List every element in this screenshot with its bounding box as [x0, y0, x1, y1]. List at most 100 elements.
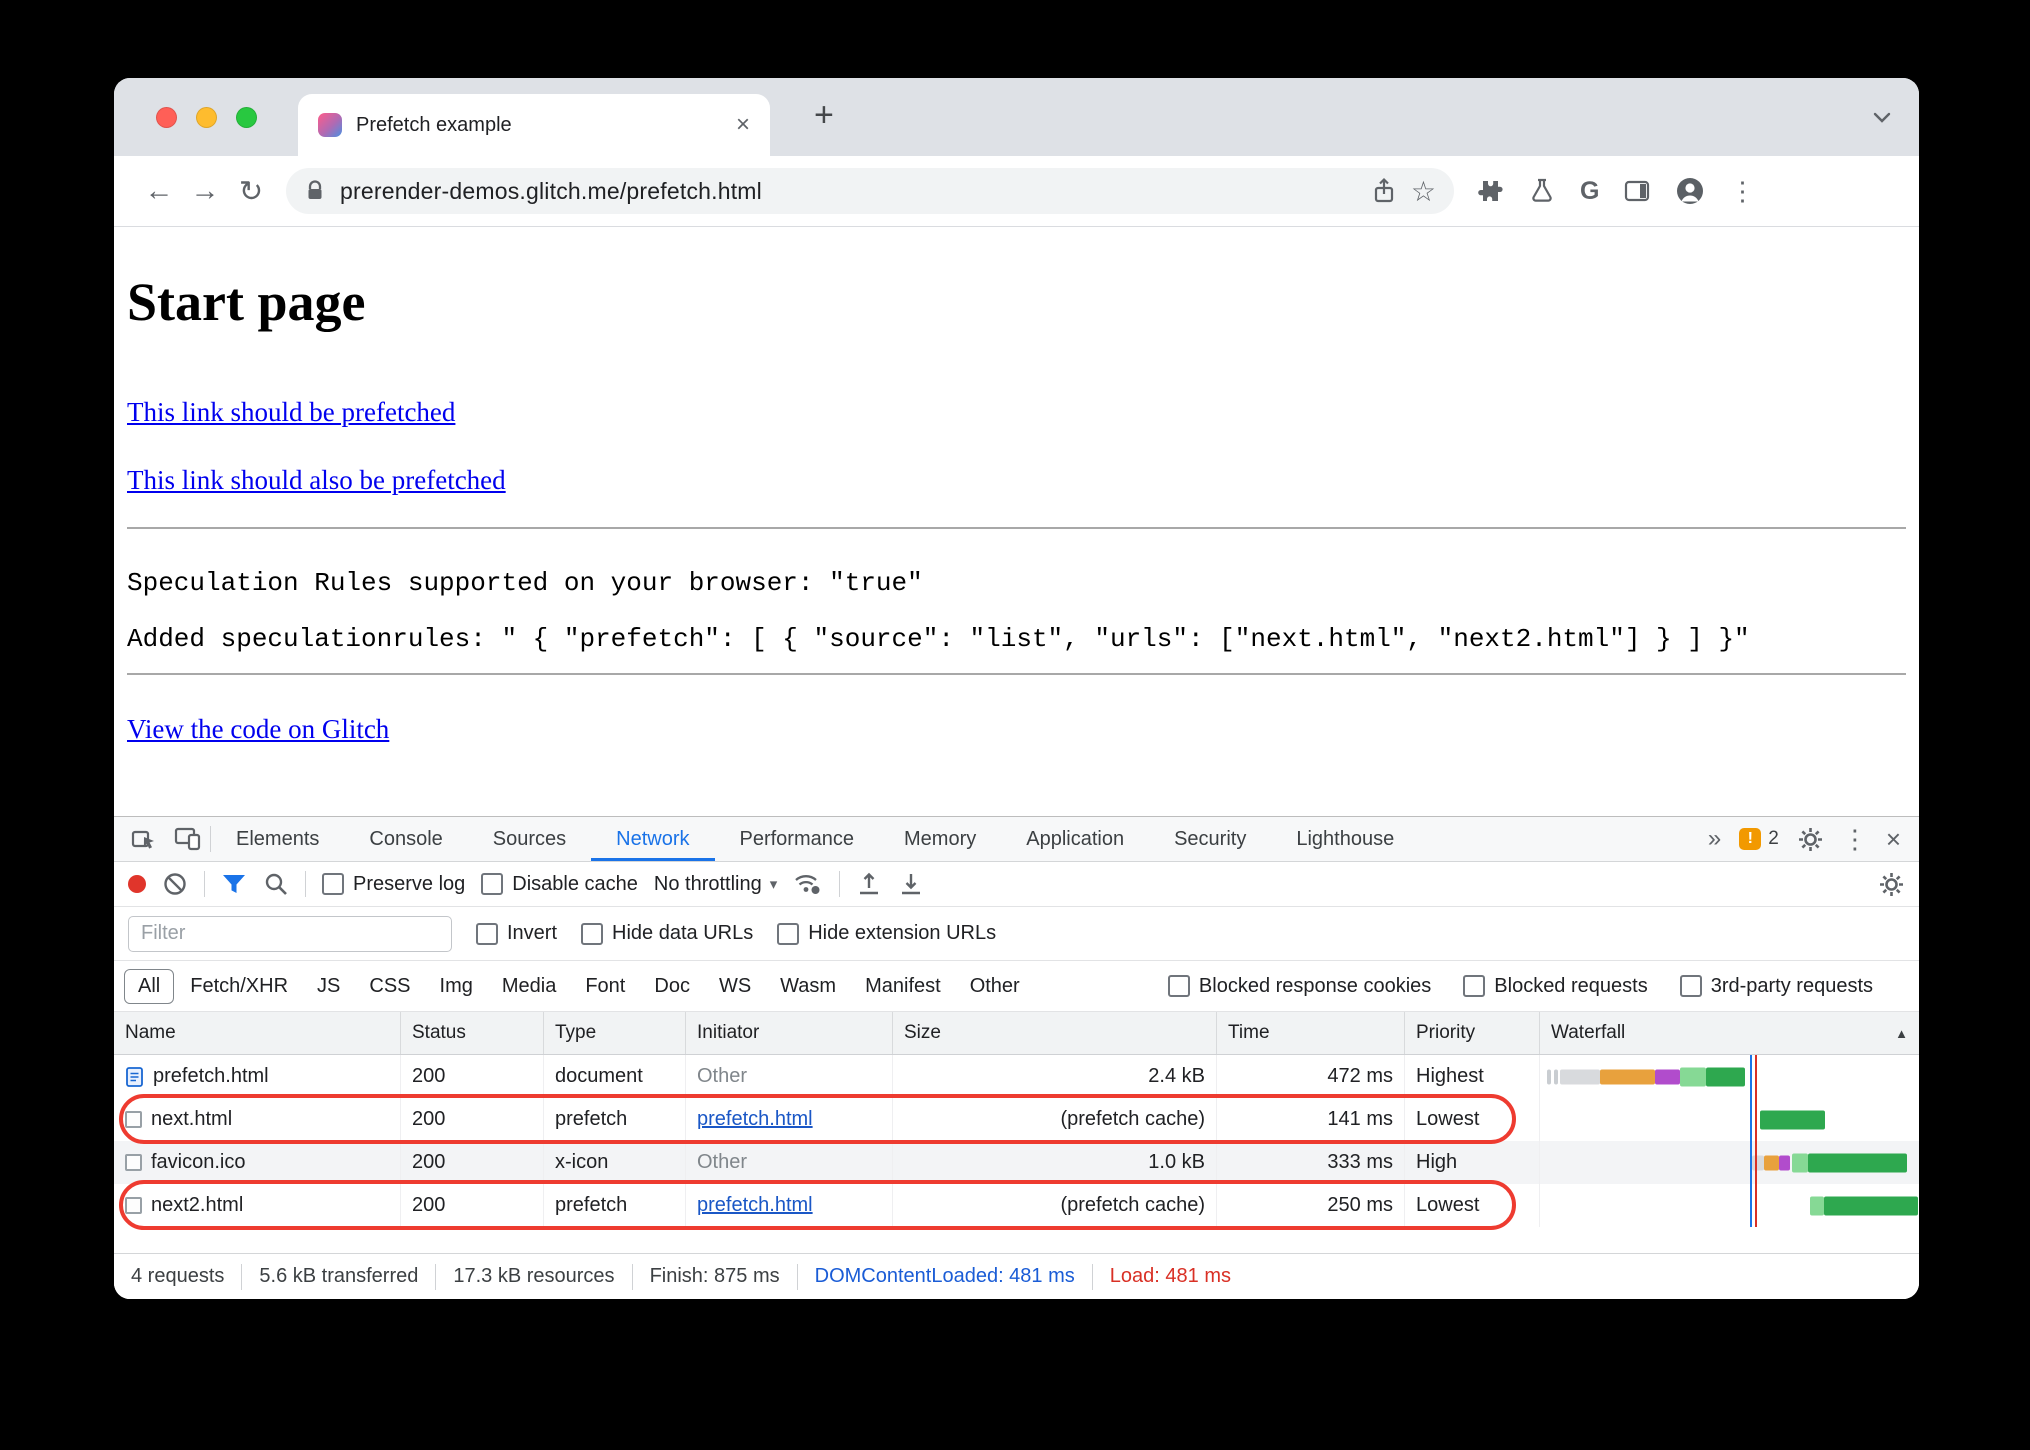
tab-elements[interactable]: Elements — [211, 817, 344, 861]
column-size[interactable]: Size — [893, 1012, 1217, 1054]
chip-fetch-xhr[interactable]: Fetch/XHR — [177, 970, 301, 1003]
network-table-body: prefetch.html 200 document Other 2.4 kB … — [114, 1055, 1919, 1230]
initiator-link[interactable]: prefetch.html — [697, 1194, 813, 1217]
minimize-window-button[interactable] — [196, 107, 217, 128]
reload-button[interactable]: ↻ — [228, 174, 274, 209]
search-icon[interactable] — [263, 871, 289, 897]
tab-memory[interactable]: Memory — [879, 817, 1001, 861]
disable-cache-checkbox[interactable]: Disable cache — [481, 873, 638, 896]
blocked-response-cookies-checkbox[interactable]: Blocked response cookies — [1167, 975, 1431, 998]
tab-network[interactable]: Network — [591, 817, 714, 861]
request-name-cell[interactable]: prefetch.html — [114, 1055, 401, 1098]
network-summary-bar: 4 requests 5.6 kB transferred 17.3 kB re… — [114, 1253, 1919, 1299]
device-toolbar-icon[interactable] — [166, 817, 210, 861]
tab-search-chevron-icon[interactable] — [1871, 106, 1893, 128]
issues-counter[interactable]: ! 2 — [1739, 828, 1779, 850]
column-status[interactable]: Status — [401, 1012, 544, 1054]
throttling-dropdown[interactable]: No throttling ▾ — [654, 873, 777, 896]
export-har-icon[interactable] — [898, 871, 924, 897]
address-bar[interactable]: prerender-demos.glitch.me/prefetch.html … — [286, 168, 1454, 214]
preserve-log-checkbox[interactable]: Preserve log — [322, 873, 465, 896]
tab-performance[interactable]: Performance — [715, 817, 880, 861]
tab-title: Prefetch example — [356, 113, 512, 136]
chip-img[interactable]: Img — [427, 970, 486, 1003]
chip-doc[interactable]: Doc — [641, 970, 703, 1003]
waterfall-bar — [1706, 1067, 1745, 1086]
chip-manifest[interactable]: Manifest — [852, 970, 954, 1003]
filter-funnel-icon[interactable] — [221, 872, 247, 896]
tab-lighthouse[interactable]: Lighthouse — [1271, 817, 1419, 861]
tab-sources[interactable]: Sources — [468, 817, 591, 861]
tab-console[interactable]: Console — [344, 817, 467, 861]
back-button[interactable]: ← — [136, 175, 182, 208]
request-name-cell[interactable]: next.html — [114, 1098, 401, 1141]
resources-size: 17.3 kB resources — [453, 1265, 615, 1287]
browser-tab[interactable]: Prefetch example × — [298, 94, 770, 156]
profile-avatar[interactable] — [1675, 176, 1705, 206]
chip-wasm[interactable]: Wasm — [767, 970, 849, 1003]
record-network-log-button[interactable] — [128, 875, 146, 893]
glitch-code-link[interactable]: View the code on Glitch — [127, 714, 389, 745]
filter-input[interactable] — [128, 915, 452, 952]
waterfall-bar — [1764, 1155, 1779, 1170]
forward-button[interactable]: → — [182, 175, 228, 208]
network-filter-row: Invert Hide data URLs Hide extension URL… — [114, 907, 1919, 961]
column-type[interactable]: Type — [544, 1012, 686, 1054]
network-settings-gear-icon[interactable] — [1878, 871, 1905, 898]
waterfall-bar — [1560, 1069, 1600, 1084]
hide-extension-urls-checkbox[interactable]: Hide extension URLs — [777, 922, 996, 945]
table-row[interactable]: prefetch.html 200 document Other 2.4 kB … — [114, 1055, 1919, 1098]
third-party-requests-checkbox[interactable]: 3rd-party requests — [1679, 975, 1873, 998]
lock-icon[interactable] — [304, 179, 326, 203]
table-row[interactable]: favicon.ico 200 x-icon Other 1.0 kB 333 … — [114, 1141, 1919, 1184]
waterfall-cell — [1540, 1098, 1919, 1141]
bookmark-star-icon[interactable]: ☆ — [1411, 175, 1436, 208]
share-icon[interactable] — [1371, 177, 1397, 205]
zoom-window-button[interactable] — [236, 107, 257, 128]
column-priority[interactable]: Priority — [1405, 1012, 1540, 1054]
chip-css[interactable]: CSS — [356, 970, 423, 1003]
chip-other[interactable]: Other — [957, 970, 1033, 1003]
new-tab-button[interactable]: + — [814, 96, 834, 135]
browser-menu-kebab-icon[interactable]: ⋮ — [1729, 176, 1755, 207]
priority-cell: High — [1405, 1141, 1540, 1184]
flask-icon[interactable] — [1528, 177, 1556, 205]
table-row[interactable]: next.html 200 prefetch prefetch.html (pr… — [114, 1098, 1919, 1141]
network-table-header: Name Status Type Initiator Size Time Pri… — [114, 1012, 1919, 1055]
prefetch-link-2[interactable]: This link should also be prefetched — [127, 465, 506, 496]
initiator-link[interactable]: prefetch.html — [697, 1108, 813, 1131]
chip-all[interactable]: All — [124, 968, 175, 1004]
tab-application[interactable]: Application — [1001, 817, 1149, 861]
prefetch-link-1[interactable]: This link should be prefetched — [127, 397, 455, 428]
inspect-element-icon[interactable] — [122, 817, 166, 861]
invert-checkbox[interactable]: Invert — [476, 922, 557, 945]
clear-network-log-icon[interactable] — [162, 871, 188, 897]
request-name-cell[interactable]: favicon.ico — [114, 1141, 401, 1184]
import-har-icon[interactable] — [856, 871, 882, 897]
table-row[interactable]: next2.html 200 prefetch prefetch.html (p… — [114, 1184, 1919, 1227]
devtools-close-icon[interactable]: × — [1886, 824, 1901, 855]
chip-media[interactable]: Media — [489, 970, 569, 1003]
devtools-settings-gear-icon[interactable] — [1797, 826, 1824, 853]
blocked-requests-checkbox[interactable]: Blocked requests — [1463, 975, 1648, 998]
extensions-puzzle-icon[interactable] — [1474, 176, 1504, 206]
network-conditions-icon[interactable] — [793, 871, 823, 897]
column-name[interactable]: Name — [114, 1012, 401, 1054]
hide-data-urls-checkbox[interactable]: Hide data URLs — [581, 922, 753, 945]
column-time[interactable]: Time — [1217, 1012, 1405, 1054]
request-name-cell[interactable]: next2.html — [114, 1184, 401, 1227]
column-waterfall[interactable]: Waterfall ▲ — [1540, 1012, 1919, 1054]
devtools-menu-kebab-icon[interactable]: ⋮ — [1842, 824, 1868, 855]
chip-font[interactable]: Font — [572, 970, 638, 1003]
tab-security[interactable]: Security — [1149, 817, 1271, 861]
url-text[interactable]: prerender-demos.glitch.me/prefetch.html — [340, 178, 1357, 205]
chip-js[interactable]: JS — [304, 970, 353, 1003]
chip-ws[interactable]: WS — [706, 970, 764, 1003]
column-initiator[interactable]: Initiator — [686, 1012, 893, 1054]
more-tabs-icon[interactable]: » — [1708, 825, 1721, 853]
waterfall-bar — [1779, 1155, 1790, 1170]
tab-close-icon[interactable]: × — [736, 111, 750, 139]
close-window-button[interactable] — [156, 107, 177, 128]
side-panel-icon[interactable] — [1623, 178, 1651, 204]
google-account-icon[interactable]: G — [1580, 177, 1599, 206]
